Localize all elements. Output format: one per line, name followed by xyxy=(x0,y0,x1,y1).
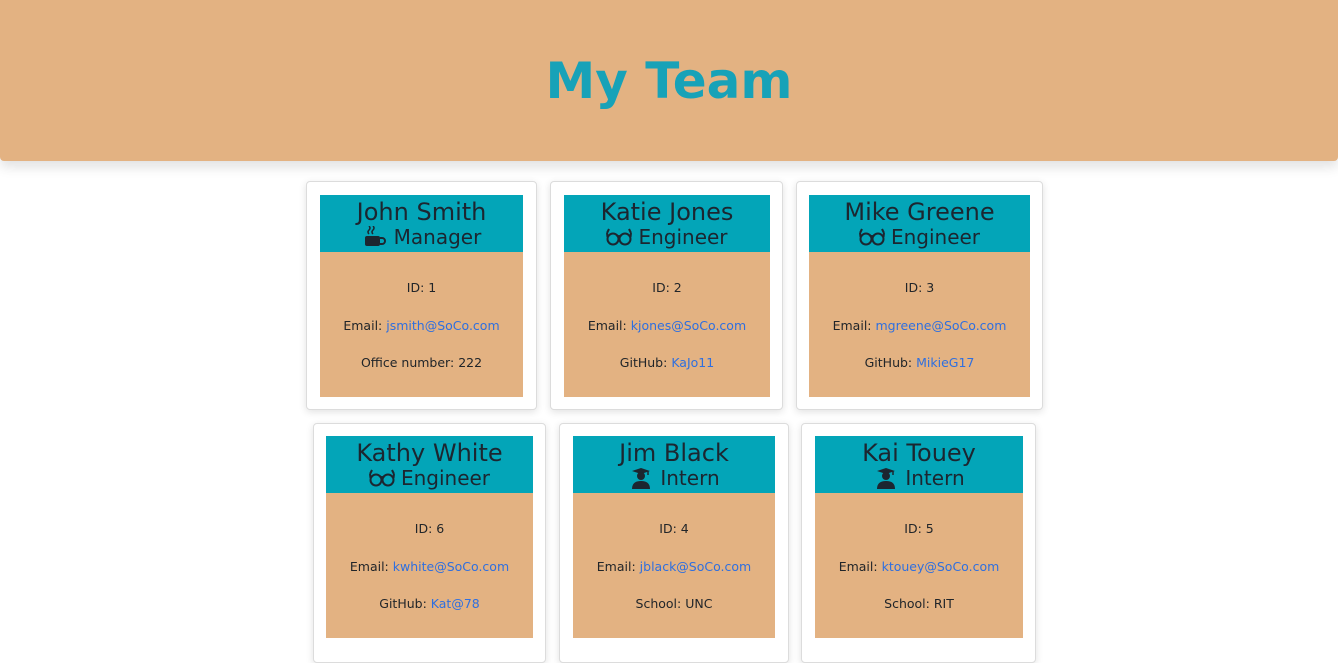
card-body: ID: 5 Email: ktouey@SoCo.com School: RIT xyxy=(815,493,1023,638)
github-label: GitHub: xyxy=(864,355,913,370)
id-row: ID: 6 xyxy=(326,521,533,559)
glasses-icon xyxy=(606,226,633,248)
employee-card-intern: Kai Touey Intern ID: 5 Email: ktouey@SoC… xyxy=(801,423,1036,663)
id-label: ID: xyxy=(904,280,923,295)
id-row: ID: 1 xyxy=(320,280,523,318)
email-row: Email: ktouey@SoCo.com xyxy=(815,559,1023,597)
card-header: John Smith Manager xyxy=(320,195,523,252)
github-row: GitHub: Kat@78 xyxy=(326,596,533,634)
office-label: Office number: xyxy=(360,355,455,370)
id-row: ID: 3 xyxy=(809,280,1030,318)
email-link[interactable]: jsmith@SoCo.com xyxy=(386,318,499,333)
coffee-icon xyxy=(362,226,388,248)
email-row: Email: kjones@SoCo.com xyxy=(564,318,770,356)
role-label: Engineer xyxy=(638,225,728,249)
employee-card-manager: John Smith Manager ID: 1 Email: jsmith@S… xyxy=(306,181,537,410)
school-row: School: RIT xyxy=(815,596,1023,634)
employee-name: Kai Touey xyxy=(862,439,976,467)
role-label: Intern xyxy=(660,466,720,490)
github-label: GitHub: xyxy=(619,355,668,370)
id-label: ID: xyxy=(904,521,922,536)
email-link[interactable]: mgreene@SoCo.com xyxy=(876,318,1007,333)
id-value: 6 xyxy=(436,521,445,536)
email-row: Email: jblack@SoCo.com xyxy=(573,559,775,597)
employee-role: Intern xyxy=(573,466,775,490)
employee-role: Engineer xyxy=(564,225,770,249)
office-value: 222 xyxy=(458,355,483,370)
role-label: Engineer xyxy=(400,466,491,490)
employee-name: Kathy White xyxy=(356,439,503,467)
card-body: ID: 6 Email: kwhite@SoCo.com GitHub: Kat… xyxy=(326,493,533,638)
card-header: Mike Greene Engineer xyxy=(809,195,1030,252)
id-row: ID: 4 xyxy=(573,521,775,559)
school-label: School: xyxy=(635,596,682,611)
card-header: Katie Jones Engineer xyxy=(564,195,770,252)
github-row: GitHub: MikieG17 xyxy=(809,355,1030,393)
role-label: Intern xyxy=(905,466,965,490)
page-title: My Team xyxy=(545,51,793,110)
employee-role: Intern xyxy=(815,466,1023,490)
employee-name: Mike Greene xyxy=(844,198,995,226)
employee-card-engineer: Kathy White Engineer ID: 6 Email: kwhite… xyxy=(313,423,546,663)
id-label: ID: xyxy=(659,521,677,536)
employee-card-engineer: Katie Jones Engineer ID: 2 Email: kjones… xyxy=(550,181,783,410)
id-value: 1 xyxy=(428,280,437,295)
email-label: Email: xyxy=(596,558,636,574)
email-label: Email: xyxy=(349,558,389,574)
glasses-icon xyxy=(858,226,885,248)
graduate-icon xyxy=(873,467,899,489)
card-header: Jim Black Intern xyxy=(573,436,775,493)
email-link[interactable]: jblack@SoCo.com xyxy=(640,559,752,574)
email-label: Email: xyxy=(343,317,383,333)
school-row: School: UNC xyxy=(573,596,775,634)
email-link[interactable]: ktouey@SoCo.com xyxy=(882,559,1000,574)
email-row: Email: kwhite@SoCo.com xyxy=(326,559,533,597)
id-label: ID: xyxy=(652,280,670,295)
role-label: Manager xyxy=(393,225,482,249)
id-value: 2 xyxy=(673,280,682,295)
id-label: ID: xyxy=(414,521,433,536)
employee-card-intern: Jim Black Intern ID: 4 Email: jblack@SoC… xyxy=(559,423,789,663)
card-body: ID: 3 Email: mgreene@SoCo.com GitHub: Mi… xyxy=(809,252,1030,397)
school-value: RIT xyxy=(933,596,954,611)
github-link[interactable]: MikieG17 xyxy=(916,355,974,370)
github-label: GitHub: xyxy=(379,596,427,611)
github-link[interactable]: Kat@78 xyxy=(431,596,480,611)
email-label: Email: xyxy=(838,558,878,574)
page-header: My Team xyxy=(0,0,1338,161)
id-value: 4 xyxy=(680,521,689,536)
card-header: Kathy White Engineer xyxy=(326,436,533,493)
github-link[interactable]: KaJo11 xyxy=(671,355,714,370)
id-value: 5 xyxy=(925,521,934,536)
glasses-icon xyxy=(368,467,395,489)
graduate-icon xyxy=(628,467,654,489)
email-label: Email: xyxy=(587,317,627,333)
role-label: Engineer xyxy=(890,225,981,249)
employee-name: Jim Black xyxy=(619,439,729,467)
card-body: ID: 2 Email: kjones@SoCo.com GitHub: KaJ… xyxy=(564,252,770,397)
employee-role: Engineer xyxy=(326,466,533,490)
employee-name: Katie Jones xyxy=(600,198,734,226)
id-row: ID: 2 xyxy=(564,280,770,318)
school-label: School: xyxy=(884,596,930,611)
school-value: UNC xyxy=(685,596,713,611)
office-row: Office number: 222 xyxy=(320,355,523,393)
id-label: ID: xyxy=(406,280,425,295)
email-row: Email: mgreene@SoCo.com xyxy=(809,318,1030,356)
github-row: GitHub: KaJo11 xyxy=(564,355,770,393)
email-link[interactable]: kwhite@SoCo.com xyxy=(393,559,509,574)
email-row: Email: jsmith@SoCo.com xyxy=(320,318,523,356)
employee-card-engineer: Mike Greene Engineer ID: 3 Email: mgreen… xyxy=(796,181,1043,410)
email-label: Email: xyxy=(832,317,872,333)
employee-name: John Smith xyxy=(356,198,487,226)
card-body: ID: 1 Email: jsmith@SoCo.com Office numb… xyxy=(320,252,523,397)
employee-role: Manager xyxy=(320,225,523,249)
email-link[interactable]: kjones@SoCo.com xyxy=(631,318,746,333)
card-body: ID: 4 Email: jblack@SoCo.com School: UNC xyxy=(573,493,775,638)
id-value: 3 xyxy=(926,280,935,295)
card-header: Kai Touey Intern xyxy=(815,436,1023,493)
employee-role: Engineer xyxy=(809,225,1030,249)
id-row: ID: 5 xyxy=(815,521,1023,559)
